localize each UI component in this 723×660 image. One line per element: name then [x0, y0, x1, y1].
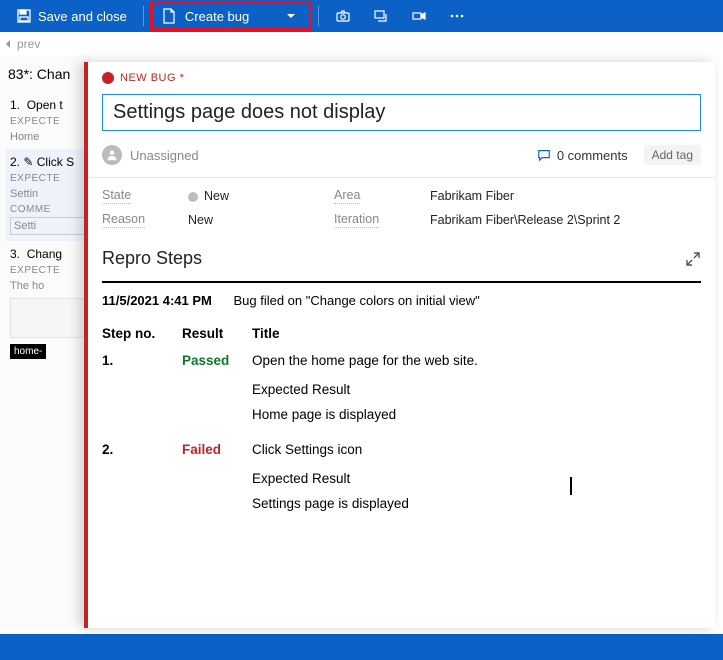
result-failed: Failed — [182, 442, 221, 457]
test-step[interactable]: 3. Chang EXPECTE The ho home- — [6, 241, 89, 365]
test-steps-panel: 83*: Chan 1. Open t EXPECTE Home 2. ✎ Cl… — [0, 56, 90, 626]
chevron-left-icon — [4, 39, 14, 49]
create-bug-button[interactable]: Create bug — [153, 4, 309, 28]
prev-bar[interactable]: prev — [0, 32, 723, 56]
step-thumbnail — [10, 298, 85, 338]
create-bug-highlight: Create bug — [150, 1, 312, 31]
col-step: Step no. — [102, 322, 182, 347]
bug-icon — [102, 72, 114, 84]
table-row: 2. Failed Click Settings icon Expected R… — [102, 436, 701, 525]
iteration-label: Iteration — [334, 212, 379, 228]
test-step[interactable]: 2. ✎ Click S EXPECTE Settin COMME Setti — [6, 149, 89, 241]
record-steps-icon — [373, 8, 389, 24]
add-tag-button[interactable]: Add tag — [644, 145, 701, 165]
table-row: 1. Passed Open the home page for the web… — [102, 347, 701, 436]
state-label: State — [102, 188, 131, 204]
test-case-title: 83*: Chan — [6, 66, 89, 92]
test-step[interactable]: 1. Open t EXPECTE Home — [6, 92, 89, 149]
more-icon — [449, 8, 465, 24]
repro-table: Step no. Result Title 1. Passed Open the… — [102, 322, 701, 525]
repro-timestamp: 11/5/2021 4:41 PM — [102, 293, 212, 308]
save-close-button[interactable]: Save and close — [6, 3, 137, 29]
document-add-icon — [161, 8, 177, 24]
video-icon — [411, 8, 427, 24]
screenshot-button[interactable] — [325, 3, 361, 29]
avatar[interactable] — [102, 145, 122, 165]
toolbar-divider — [143, 6, 144, 26]
top-toolbar: Save and close Create bug — [0, 0, 723, 32]
new-bug-panel: NEW BUG * Unassigned 0 comments Add tag … — [84, 62, 715, 628]
text-cursor-icon — [570, 477, 572, 495]
area-label: Area — [334, 188, 360, 204]
reason-label: Reason — [102, 212, 145, 228]
save-close-label: Save and close — [38, 9, 127, 24]
repro-meta: 11/5/2021 4:41 PM Bug filed on "Change c… — [102, 293, 701, 308]
col-title: Title — [252, 322, 701, 347]
bug-title-input[interactable] — [102, 94, 701, 131]
repro-filed-on: Bug filed on "Change colors on initial v… — [233, 293, 479, 308]
comments-count-label: 0 comments — [557, 148, 628, 163]
repro-steps-content[interactable]: 11/5/2021 4:41 PM Bug filed on "Change c… — [102, 281, 701, 618]
create-bug-label: Create bug — [185, 9, 249, 24]
repro-steps-heading: Repro Steps — [102, 248, 202, 269]
camera-icon — [335, 8, 351, 24]
result-passed: Passed — [182, 353, 229, 368]
video-button[interactable] — [401, 3, 437, 29]
bug-type-badge: NEW BUG * — [88, 62, 715, 90]
expand-icon[interactable] — [685, 251, 701, 267]
state-value[interactable]: New — [188, 189, 308, 203]
state-dot-icon — [188, 192, 198, 202]
iteration-value[interactable]: Fabrikam Fiber\Release 2\Sprint 2 — [430, 213, 701, 227]
attachment-chip[interactable]: home- — [10, 344, 46, 359]
bug-type-label: NEW BUG * — [120, 72, 184, 84]
col-result: Result — [182, 322, 252, 347]
bug-fields: State New Area Fabrikam Fiber Reason New… — [88, 178, 715, 234]
reason-value[interactable]: New — [188, 213, 308, 227]
area-value[interactable]: Fabrikam Fiber — [430, 189, 701, 203]
prev-label: prev — [17, 37, 40, 51]
toolbar-divider — [318, 6, 319, 26]
comments-button[interactable]: 0 comments — [537, 148, 628, 163]
save-icon — [16, 8, 32, 24]
assignee-label[interactable]: Unassigned — [130, 148, 199, 163]
record-actions-button[interactable] — [363, 3, 399, 29]
bottom-bar — [0, 634, 723, 660]
more-button[interactable] — [439, 3, 475, 29]
chevron-down-icon[interactable] — [283, 8, 299, 24]
